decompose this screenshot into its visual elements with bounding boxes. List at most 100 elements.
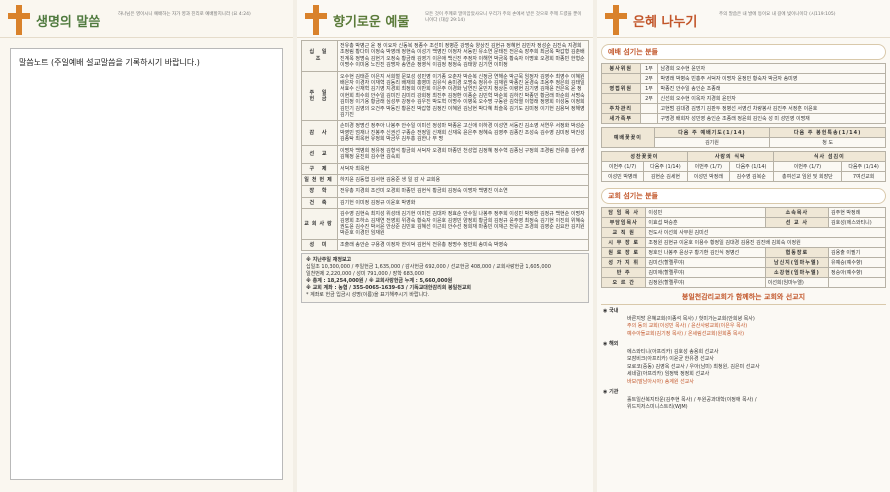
offering-list: 십 일 조 전유총 박병근 윤 정 이요자 신동복 정종수 조선미 정병준 강명숙… (297, 40, 593, 252)
offering-names: 전유총 박병근 윤 정 이요자 신동복 정종수 조선미 정병준 강명숙 양상진 … (337, 40, 589, 72)
section-church-servants: 교회 섬기는 분들 (601, 188, 886, 204)
kitchen-cell: 총여선교 임원 및 회장단 (772, 171, 843, 182)
church-cell: 교 직 원 (600, 227, 647, 238)
kitchen-head: 성찬꽃꽂이 (601, 151, 688, 162)
church-cell: 남신지(임마누엘) (764, 257, 830, 268)
church-cell: 원 로 장 로 (600, 247, 647, 258)
panel1-subtitle: 하나님은 영이시니 예배하는 자가 영과 진리로 예배할지니라 (요 4:24) (118, 12, 251, 17)
church-row: 교 직 원 전도사 이선희 사무원 김미선 (600, 227, 886, 238)
kitchen-header-row: 성찬꽃꽂이 사랑의 식탁 식사 섬김이 (601, 151, 887, 162)
church-cell: 반 주 (600, 267, 647, 278)
panel-offering: 향기로운 예물 모든 것이 주께로 말미암았사오니 우리가 주의 손에서 받은 … (297, 0, 593, 492)
service-names: 박영래 박병숙 빈홍주 서덕자 이명자 윤정민 황숙자 박금자 송미영 (657, 73, 886, 84)
service-n: 1부 (639, 83, 659, 94)
mission-line: 예수아들교회(김기정 목사) / 온세림선교회(원희종 목사) (627, 330, 745, 337)
next-special-name: 청 도 (769, 137, 886, 148)
finance-line: * 계좌로 헌금 입금시 성명(이름)을 표기해주시기 바랍니다. (306, 292, 430, 299)
service-role (601, 73, 641, 84)
offering-category: 감 사 (301, 120, 338, 146)
kitchen-cell: 김현순 김세현 (643, 171, 688, 182)
church-row: 담 임 목 사 이성민 소속목사 김주현 박정례 (600, 207, 886, 218)
service-names: 남경희 오수현 윤민자 (657, 63, 886, 74)
panel3-header: 은혜 나누기 주의 말씀은 내 발에 등이요 내 길에 빛이니이다 (시119:… (597, 0, 890, 38)
worship-table: 예배꽃꽂이 다음 주 예배기도(1/14) 다음 주 봉헌특송(1/14) 김기… (601, 127, 886, 148)
mission-line: 홀트일산복지타운(김주현 목사) / 두원공과대학(이정애 목사) / (627, 396, 757, 403)
offering-category: 성 미 (301, 238, 338, 252)
church-cell: 이성민 (645, 207, 766, 218)
panel1-title: 생명의 말씀 (36, 15, 101, 30)
offering-names: 이명자 백병희 정유정 김형석 황금희 서덕자 오경희 마종빈 천성엽 김정혜 … (337, 144, 589, 164)
offering-names: 전유총 지경희 조선미 오경희 마종빈 김현식 황금희 김정숙 이명자 백병진 … (337, 185, 589, 198)
service-n: 2부 (639, 93, 659, 104)
mission-category: ◉ 해외 (603, 341, 619, 347)
mission-line: 모잠비크(아프리카) 이윤균 한유경 선교사 (627, 356, 714, 362)
mission-line: 위드지저스미니스트리(WJM) (627, 404, 688, 410)
cross-icon (605, 5, 627, 35)
mission-category: ◉ 기관 (603, 389, 619, 395)
mission-line: 세네갈(아프리카) 임정택 정정희 선교사 (627, 371, 710, 377)
service-n: 2부 (639, 73, 659, 84)
offering-category: 십 일 조 (301, 40, 338, 72)
church-cell: 김주현 박정례 (828, 207, 886, 218)
offering-names: 조출래 송안순 구용경 이정자 한이덕 김현식 전유총 정명수 정만희 송미숙 … (337, 238, 589, 252)
panel3-subtitle: 주의 말씀은 내 발에 등이요 내 길에 빛이니이다 (시119:105) (719, 12, 836, 17)
church-cell: 김정원(할렐루야) (645, 277, 766, 288)
offering-names: 하지윤 김동엽 김서현 김용준 생 일 감 사 교회용 (337, 173, 589, 187)
kitchen-cell: 7여선교회 (841, 171, 886, 182)
offering-row: 건 축 김기헌 이미정 김정규 이윤호 박영화 (301, 196, 589, 210)
church-cell: 김용출 이필기 (828, 247, 886, 258)
service-n (639, 113, 659, 124)
offering-names: 서덕자 최옥현 (337, 162, 589, 175)
church-cell: 시 무 장 로 (600, 237, 647, 248)
mission-group: ◉ 해외 에스와티니(아프리카) 김호성 송용희 선교사 모잠비크(아프리카) 이윤… (603, 341, 884, 386)
panel2-subtitle: 모든 것이 주께로 말미암았사오니 우리가 주의 손에서 받은 것으로 주께 드… (425, 12, 582, 23)
kitchen-row: 이번주 (1/7) 다음주 (1/14) 이번주 (1/7) 다음주 (1/14) 이번… (600, 161, 886, 172)
service-names: 구명경 배희자 성민영 송인순 조종래 정윤희 김인숙 성 미 성민영 이명재 (657, 113, 886, 124)
kitchen-cell: 다음주 (1/14) (841, 161, 886, 172)
offering-category: 교회사랑 (301, 208, 338, 240)
offering-row: 교회사랑 김수영 김현숙 최지성 위성태 김기현 이미진 김대자 정효순 안수일 … (301, 208, 589, 240)
sermon-note-label: 말씀노트 (주일예배 설교말씀을 기록하시기 바랍니다.) (19, 58, 200, 67)
offering-row: 일천번제 하지윤 김동엽 김서현 김용준 생 일 감 사 교회용 (301, 173, 589, 187)
panel2-title: 향기로운 예물 (333, 15, 410, 30)
next-special-label: 다음 주 봉헌특송(1/14) (769, 127, 886, 138)
offering-category: 일천번제 (301, 173, 338, 187)
church-table: 담 임 목 사 이성민 소속목사 김주현 박정례 부담임목사 이효섭 박승훈 선 교 사 김호… (600, 207, 886, 288)
mission-line: 바른지방 은혜교회(이종석 목사) / 헛미가는교회(안희녕 목사) (627, 315, 755, 322)
next-prayer-label: 다음 주 예배기도(1/14) (653, 127, 771, 138)
sermon-note-box[interactable]: 말씀노트 (주일예배 설교말씀을 기록하시기 바랍니다.) (10, 48, 283, 480)
offering-row: 십 일 조 전유총 박병근 윤 정 이요자 신동복 정종수 조선미 정병준 강명숙… (301, 40, 589, 72)
cross-icon (305, 5, 327, 35)
church-cell: 유예승(예수향) (828, 257, 886, 268)
kitchen-cell: 이번주 (1/7) (600, 161, 645, 172)
panel-grace: 은혜 나누기 주의 말씀은 내 발에 등이요 내 길에 빛이니이다 (시119:… (597, 0, 890, 492)
church-row: 성 가 지 휘 김미선(할렐루야) 남신지(임마누엘) 유예승(예수향) (600, 257, 886, 268)
next-prayer-name: 김기원 (653, 137, 771, 148)
service-row: 봉사위원 1부 남경희 오수현 윤민자 (601, 63, 886, 74)
church-cell: 성 가 지 휘 (600, 257, 647, 268)
offering-table: 십 일 조 전유총 박병근 윤 정 이요자 신동복 정종수 조선미 정병준 강명숙… (301, 40, 589, 252)
church-cell: 김미애(할렐루야) (645, 267, 766, 278)
service-names: 고현범 김대경 김명기 김판두 정병선 서영선 차량봉사 김진주 서정훈 이윤호 (657, 103, 886, 114)
offering-category: 건 축 (301, 196, 338, 210)
panel2-header: 향기로운 예물 모든 것이 주께로 말미암았사오니 우리가 주의 손에서 받은 … (297, 0, 593, 38)
church-cell: 협동장로 (764, 247, 830, 258)
kitchen-cell: 김수영 김복순 (728, 171, 774, 182)
service-names: 박종진 안수일 송인순 조종래 (657, 83, 886, 94)
kitchen-cell: 이성민 박병래 (600, 171, 645, 182)
church-cell: 정승아(예수향) (828, 267, 886, 278)
cross-icon (8, 5, 30, 35)
section-missions: 봉일천감리교회가 함께하는 교회와 선교지 (601, 292, 886, 305)
mission-line: 주의 동의 교회(이성민 목사) / 윤산사랑교회(이은우 목사) (627, 323, 748, 329)
church-row: 부담임목사 이효섭 박승훈 선 교 사 김호성(에스와티니) (600, 217, 886, 228)
kitchen-cell: 이성민 박정래 (686, 171, 730, 182)
service-row: 새가족부 구명경 배희자 성민영 송인순 조종래 정윤희 김인숙 성 미 성민영 … (601, 113, 886, 124)
mission-group: ◉ 국내 바른지방 은혜교회(이종석 목사) / 헛미가는교회(안희녕 목사) 주의… (603, 308, 884, 338)
panel1-header: 생명의 말씀 하나님은 영이시니 예배하는 자가 영과 진리로 예배할지니라 (… (0, 0, 293, 38)
offering-row: 장 학 전유총 지경희 조선미 오경희 마종빈 김현식 황금희 김정숙 이명자 백… (301, 185, 589, 198)
church-cell: 소강현(임마누엘) (764, 267, 830, 278)
service-row: 영접위원 1부 박종진 안수일 송인순 조종래 (601, 83, 886, 94)
kitchen-cell: 다음주 (1/14) (728, 161, 774, 172)
service-n: 1부 (639, 63, 659, 74)
offering-category: 주 일 헌 금 (301, 70, 338, 122)
